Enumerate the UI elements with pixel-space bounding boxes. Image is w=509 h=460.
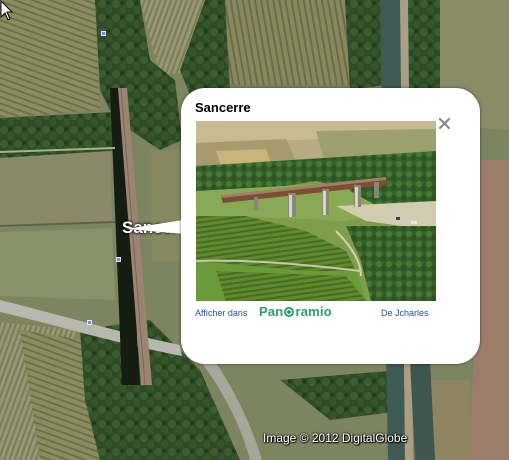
viaduct-landscape-photo <box>196 121 436 301</box>
mouse-pointer-icon <box>0 0 14 21</box>
imagery-copyright: Image © 2012 DigitalGlobe <box>263 431 408 445</box>
panoramio-o-icon <box>284 307 295 317</box>
map-pin[interactable] <box>87 320 92 325</box>
panoramio-logo[interactable]: Pan ramio <box>259 304 332 319</box>
balloon-title: Sancerre <box>195 100 251 115</box>
map-pin[interactable] <box>101 31 106 36</box>
logo-text-end: ramio <box>295 304 332 319</box>
logo-text-start: Pan <box>259 304 284 319</box>
author-link[interactable]: De Jcharles <box>381 308 429 318</box>
panoramio-photo[interactable] <box>196 121 436 301</box>
map-pin[interactable] <box>116 257 121 262</box>
view-in-link[interactable]: Afficher dans <box>195 308 247 318</box>
info-balloon: Sancerre Afficher dans Pan ramio De Jcha… <box>181 88 480 364</box>
close-icon[interactable] <box>438 117 451 130</box>
